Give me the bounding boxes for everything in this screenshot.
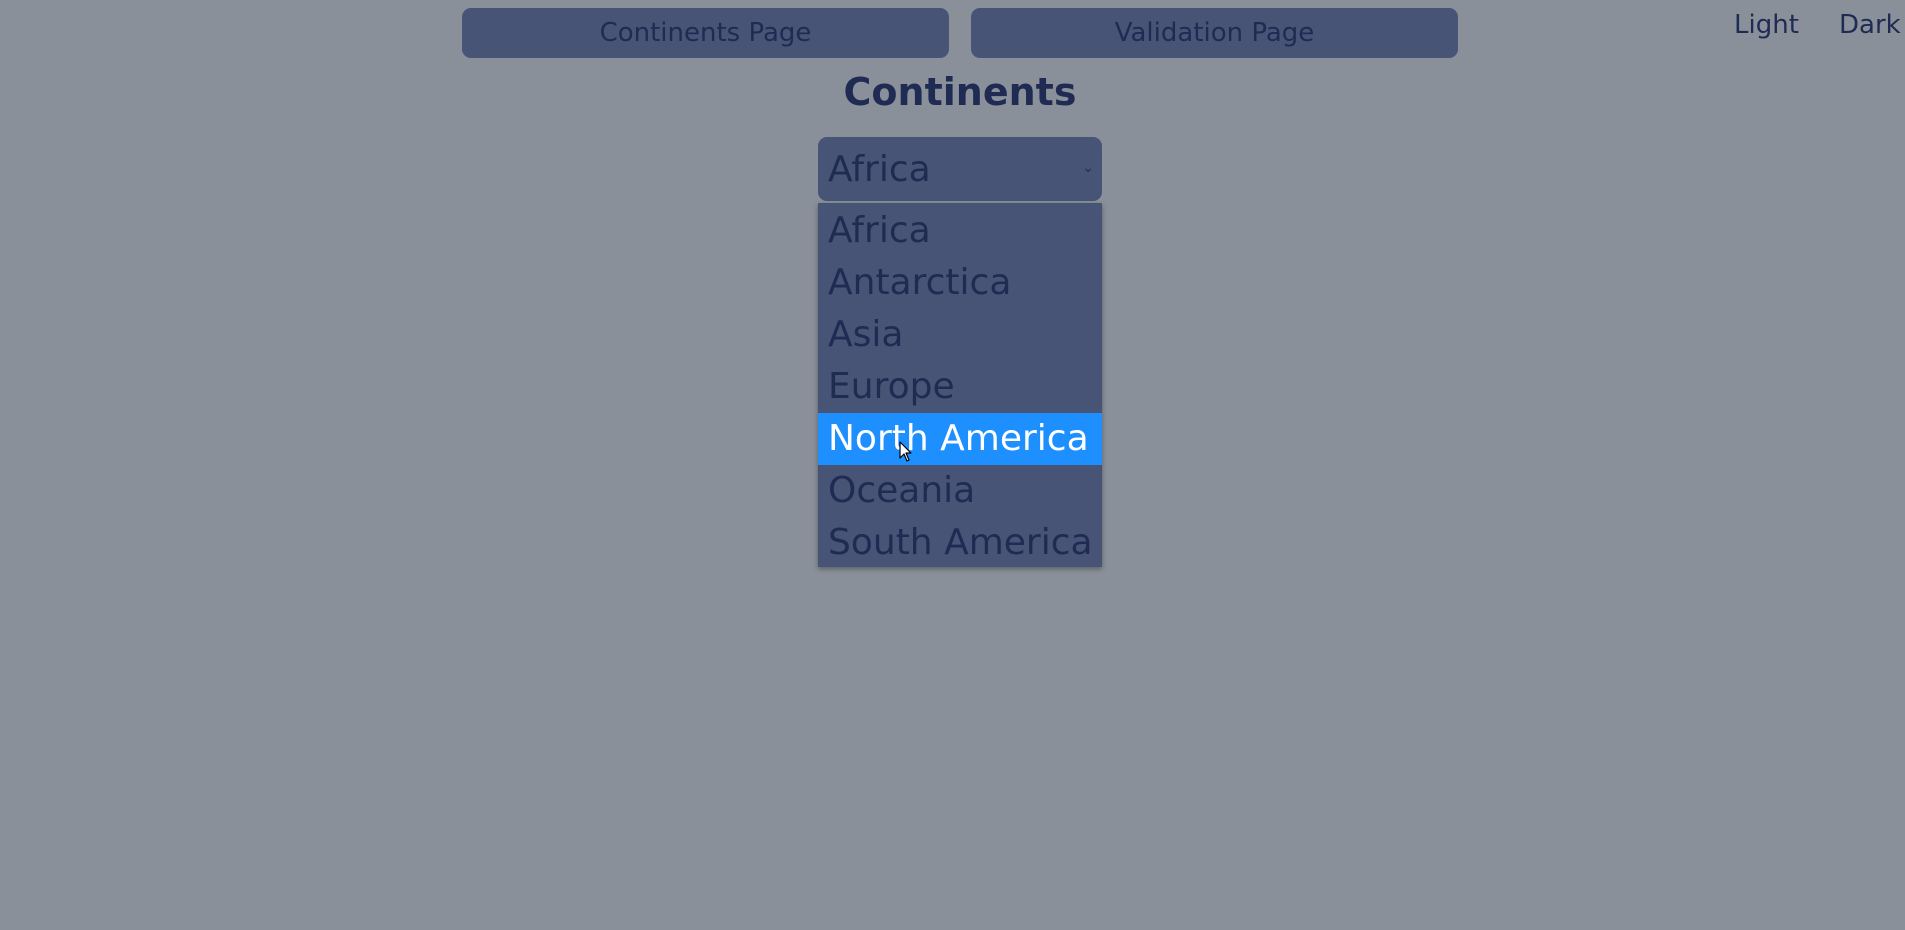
continent-select-value: Africa <box>828 148 931 190</box>
dropdown-option-north-america[interactable]: North America <box>818 413 1102 465</box>
validation-page-button[interactable]: Validation Page <box>971 8 1458 58</box>
dropdown-option-antarctica[interactable]: Antarctica <box>818 257 1102 309</box>
chevron-down-icon: ⌄ <box>1082 160 1094 176</box>
continent-dropdown-list: Africa Antarctica Asia Europe North Amer… <box>818 203 1102 567</box>
mouse-pointer-icon <box>899 441 912 462</box>
dark-theme-button[interactable]: Dark <box>1839 10 1901 40</box>
light-theme-button[interactable]: Light <box>1734 10 1799 40</box>
dropdown-option-europe[interactable]: Europe <box>818 361 1102 413</box>
continents-page-button[interactable]: Continents Page <box>462 8 949 58</box>
dropdown-option-asia[interactable]: Asia <box>818 309 1102 361</box>
continent-select[interactable]: Africa ⌄ <box>818 137 1102 201</box>
page-title: Continents <box>843 70 1077 114</box>
dropdown-option-africa[interactable]: Africa <box>818 205 1102 257</box>
dropdown-option-oceania[interactable]: Oceania <box>818 465 1102 517</box>
dropdown-option-south-america[interactable]: South America <box>818 517 1102 569</box>
